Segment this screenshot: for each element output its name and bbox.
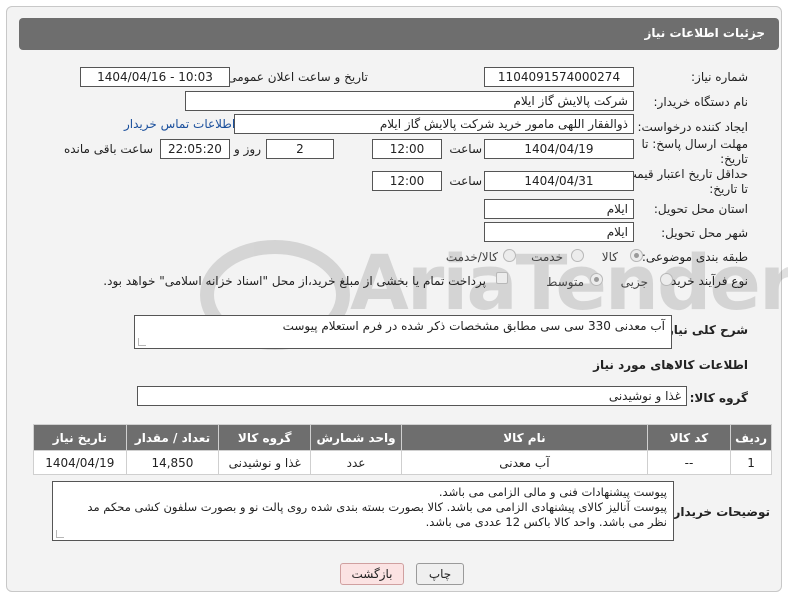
process-option-medium: متوسط [546,275,584,289]
resize-grip-icon [138,338,146,346]
deadline-label: مهلت ارسال پاسخ: تا [641,137,748,151]
cell-quantity: 14,850 [125,450,220,475]
city-label: شهر محل تحویل: [661,226,748,240]
announce-label: تاریخ و ساعت اعلان عمومی: [223,70,368,84]
col-group: گروه کالا [218,424,312,451]
description-textarea: آب معدنی 330 سی سی مطابق مشخصات ذکر شده … [134,315,672,349]
buyer-contact-link[interactable]: اطلاعات تماس خریدار [124,117,235,131]
days-remaining-field: 2 [266,139,334,159]
buyer-notes-line-1: پیوست پیشنهادات فنی و مالی الزامی می باش… [438,485,667,499]
creator-label: ایجاد کننده درخواست: [637,120,748,134]
category-option-goods-service: کالا/خدمت [445,250,498,264]
panel-header: جزئیات اطلاعات نیاز [19,18,779,50]
goods-section-title: اطلاعات کالاهای مورد نیاز [593,358,748,372]
creator-field: ذوالفقار اللهی مامور خرید شرکت پالایش گا… [234,114,634,134]
buyer-org-label: نام دستگاه خریدار: [653,95,749,109]
goods-group-field: غذا و نوشیدنی [137,386,687,406]
category-label: طبقه بندی موضوعی: [641,250,748,264]
cell-unit: عدد [310,450,403,475]
back-button[interactable]: بازگشت [340,563,404,585]
buyer-notes-line-2: پیوست آنالیز کالای پیشنهادی الزامی می با… [87,500,667,514]
process-label: نوع فرآیند خرید : [663,274,748,288]
process-radio-medium[interactable] [590,273,603,286]
cell-item-code: -- [646,450,732,475]
col-unit: واحد شمارش [310,424,403,451]
items-table-header-row: ردیف کد کالا نام کالا واحد شمارش گروه کا… [33,424,772,451]
validity-date-field: 1404/04/31 [484,171,634,191]
col-quantity: تعداد / مقدار [125,424,220,451]
items-table: ردیف کد کالا نام کالا واحد شمارش گروه کا… [33,424,772,475]
category-option-service: خدمت [531,250,563,264]
deadline-time-field: 12:00 [372,139,442,159]
buyer-org-field: شرکت پالایش گاز ایلام [185,91,634,111]
validity-label-date: تا تاریخ: [709,182,748,196]
validity-label: حداقل تاریخ اعتبار قیمت: [621,167,748,181]
col-item-code: کد کالا [646,424,732,451]
cell-group: غذا و نوشیدنی [218,450,312,475]
validity-time-field: 12:00 [372,171,442,191]
process-radio-minor[interactable] [660,273,673,286]
panel-title: جزئیات اطلاعات نیاز [644,26,765,40]
category-option-goods: کالا [601,250,618,264]
category-radio-goods[interactable] [630,249,643,262]
deadline-date-field: 1404/04/19 [484,139,634,159]
need-number-field: 1104091574000274 [484,67,634,87]
print-button[interactable]: چاپ [416,563,464,585]
cell-row-number: 1 [730,450,772,475]
province-label: استان محل تحویل: [653,202,748,216]
buyer-notes-line-3: نظر می باشد. واحد کالا باکس 12 عددی می ب… [425,515,667,529]
resize-grip-icon [56,530,64,538]
announce-field: 1404/04/16 - 10:03 [80,67,230,87]
treasury-payment-note: پرداخت تمام یا بخشی از مبلغ خرید،از محل … [103,274,486,288]
col-row-number: ردیف [730,424,772,451]
category-radio-service[interactable] [571,249,584,262]
need-number-label: شماره نیاز: [691,70,748,84]
province-field: ایلام [484,199,634,219]
description-text: آب معدنی 330 سی سی مطابق مشخصات ذکر شده … [282,319,665,333]
buyer-notes-textarea: پیوست پیشنهادات فنی و مالی الزامی می باش… [52,481,674,541]
deadline-label-date: تاریخ: [720,152,748,166]
col-need-date: تاریخ نیاز [33,424,127,451]
process-option-minor: جزیی [620,275,648,289]
days-label: روز و [234,142,261,156]
category-radio-goods-service[interactable] [503,249,516,262]
goods-group-label: گروه کالا: [689,391,748,405]
col-item-name: نام کالا [401,424,648,451]
remaining-time-label: ساعت باقی مانده [63,142,153,156]
validity-time-label: ساعت [449,174,482,188]
deadline-time-label: ساعت [449,142,482,156]
buyer-notes-label: توضیحات خریدار: [668,505,770,519]
table-row: 1 -- آب معدنی عدد غذا و نوشیدنی 14,850 1… [33,450,772,475]
cell-need-date: 1404/04/19 [33,450,127,475]
city-field: ایلام [484,222,634,242]
treasury-payment-checkbox[interactable] [496,272,508,284]
description-label: شرح کلی نیاز: [662,323,748,337]
remaining-time-field: 22:05:20 [160,139,230,159]
cell-item-name: آب معدنی [401,450,648,475]
